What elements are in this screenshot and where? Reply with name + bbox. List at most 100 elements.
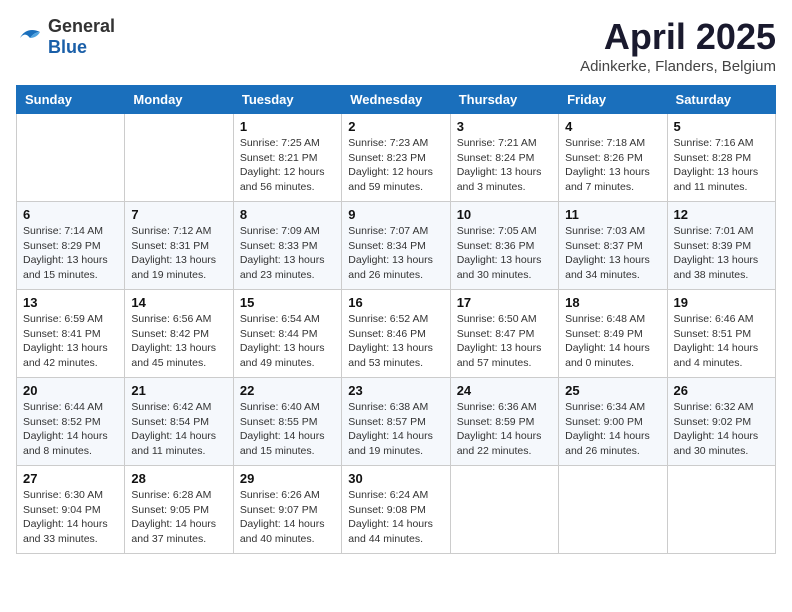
cell-sun-info: Sunrise: 6:26 AMSunset: 9:07 PMDaylight:… — [240, 488, 335, 547]
logo-icon — [16, 24, 44, 51]
calendar-week-row: 20Sunrise: 6:44 AMSunset: 8:52 PMDayligh… — [17, 378, 776, 466]
calendar-header-row: SundayMondayTuesdayWednesdayThursdayFrid… — [17, 86, 776, 114]
cell-day-number: 11 — [565, 207, 660, 222]
calendar-cell: 24 Sunrise: 6:36 AMSunset: 8:59 PMDayligh… — [450, 378, 558, 466]
calendar-cell: 29 Sunrise: 6:26 AMSunset: 9:07 PMDayligh… — [233, 466, 341, 554]
logo: General Blue — [16, 16, 115, 58]
calendar-cell — [450, 466, 558, 554]
cell-day-number: 13 — [23, 295, 118, 310]
cell-sun-info: Sunrise: 6:48 AMSunset: 8:49 PMDaylight:… — [565, 312, 660, 371]
calendar-cell: 2 Sunrise: 7:23 AMSunset: 8:23 PMDaylight… — [342, 114, 450, 202]
cell-sun-info: Sunrise: 6:50 AMSunset: 8:47 PMDaylight:… — [457, 312, 552, 371]
cell-sun-info: Sunrise: 7:16 AMSunset: 8:28 PMDaylight:… — [674, 136, 769, 195]
calendar-cell: 14 Sunrise: 6:56 AMSunset: 8:42 PMDayligh… — [125, 290, 233, 378]
calendar-cell — [17, 114, 125, 202]
cell-sun-info: Sunrise: 7:18 AMSunset: 8:26 PMDaylight:… — [565, 136, 660, 195]
cell-sun-info: Sunrise: 7:12 AMSunset: 8:31 PMDaylight:… — [131, 224, 226, 283]
calendar-cell: 13 Sunrise: 6:59 AMSunset: 8:41 PMDayligh… — [17, 290, 125, 378]
cell-sun-info: Sunrise: 7:05 AMSunset: 8:36 PMDaylight:… — [457, 224, 552, 283]
cell-sun-info: Sunrise: 6:59 AMSunset: 8:41 PMDaylight:… — [23, 312, 118, 371]
cell-sun-info: Sunrise: 6:46 AMSunset: 8:51 PMDaylight:… — [674, 312, 769, 371]
calendar-cell — [667, 466, 775, 554]
calendar-cell — [125, 114, 233, 202]
cell-day-number: 1 — [240, 119, 335, 134]
cell-sun-info: Sunrise: 7:21 AMSunset: 8:24 PMDaylight:… — [457, 136, 552, 195]
calendar-cell: 15Sunrise: 6:54 AMSunset: 8:44 PMDayligh… — [233, 290, 341, 378]
calendar-cell — [559, 466, 667, 554]
cell-sun-info: Sunrise: 7:14 AMSunset: 8:29 PMDaylight:… — [23, 224, 118, 283]
calendar-week-row: 13 Sunrise: 6:59 AMSunset: 8:41 PMDayligh… — [17, 290, 776, 378]
calendar-cell: 3 Sunrise: 7:21 AMSunset: 8:24 PMDaylight… — [450, 114, 558, 202]
cell-day-number: 14 — [131, 295, 226, 310]
weekday-header: Friday — [559, 86, 667, 114]
cell-day-number: 24 — [457, 383, 552, 398]
cell-day-number: 5 — [674, 119, 769, 134]
cell-day-number: 2 — [348, 119, 443, 134]
weekday-header: Sunday — [17, 86, 125, 114]
cell-day-number: 30 — [348, 471, 443, 486]
cell-day-number: 3 — [457, 119, 552, 134]
weekday-header: Thursday — [450, 86, 558, 114]
calendar-location: Adinkerke, Flanders, Belgium — [580, 58, 776, 75]
cell-sun-info: Sunrise: 6:32 AMSunset: 9:02 PMDaylight:… — [674, 400, 769, 459]
cell-day-number: 22 — [240, 383, 335, 398]
calendar-cell: 10Sunrise: 7:05 AMSunset: 8:36 PMDayligh… — [450, 202, 558, 290]
calendar-cell: 22 Sunrise: 6:40 AMSunset: 8:55 PMDayligh… — [233, 378, 341, 466]
cell-sun-info: Sunrise: 6:24 AMSunset: 9:08 PMDaylight:… — [348, 488, 443, 547]
cell-day-number: 12 — [674, 207, 769, 222]
cell-day-number: 21 — [131, 383, 226, 398]
calendar-cell: 6 Sunrise: 7:14 AMSunset: 8:29 PMDaylight… — [17, 202, 125, 290]
cell-sun-info: Sunrise: 7:09 AMSunset: 8:33 PMDaylight:… — [240, 224, 335, 283]
cell-day-number: 27 — [23, 471, 118, 486]
header: General Blue April 2025 Adinkerke, Fland… — [16, 16, 776, 75]
cell-day-number: 9 — [348, 207, 443, 222]
calendar-cell: 27 Sunrise: 6:30 AMSunset: 9:04 PMDayligh… — [17, 466, 125, 554]
cell-sun-info: Sunrise: 6:34 AMSunset: 9:00 PMDaylight:… — [565, 400, 660, 459]
calendar-cell: 25 Sunrise: 6:34 AMSunset: 9:00 PMDayligh… — [559, 378, 667, 466]
cell-sun-info: Sunrise: 6:36 AMSunset: 8:59 PMDaylight:… — [457, 400, 552, 459]
cell-day-number: 8 — [240, 207, 335, 222]
cell-day-number: 29 — [240, 471, 335, 486]
weekday-header: Tuesday — [233, 86, 341, 114]
calendar-cell: 11Sunrise: 7:03 AMSunset: 8:37 PMDayligh… — [559, 202, 667, 290]
cell-sun-info: Sunrise: 7:25 AMSunset: 8:21 PMDaylight:… — [240, 136, 335, 195]
cell-sun-info: Sunrise: 6:38 AMSunset: 8:57 PMDaylight:… — [348, 400, 443, 459]
logo-general: General — [48, 16, 115, 36]
cell-sun-info: Sunrise: 7:23 AMSunset: 8:23 PMDaylight:… — [348, 136, 443, 195]
cell-sun-info: Sunrise: 6:56 AMSunset: 8:42 PMDaylight:… — [131, 312, 226, 371]
calendar-cell: 5 Sunrise: 7:16 AMSunset: 8:28 PMDaylight… — [667, 114, 775, 202]
cell-day-number: 23 — [348, 383, 443, 398]
calendar-cell: 12 Sunrise: 7:01 AMSunset: 8:39 PMDayligh… — [667, 202, 775, 290]
cell-day-number: 6 — [23, 207, 118, 222]
calendar-cell: 26Sunrise: 6:32 AMSunset: 9:02 PMDayligh… — [667, 378, 775, 466]
cell-sun-info: Sunrise: 6:40 AMSunset: 8:55 PMDaylight:… — [240, 400, 335, 459]
weekday-header: Wednesday — [342, 86, 450, 114]
cell-sun-info: Sunrise: 6:30 AMSunset: 9:04 PMDaylight:… — [23, 488, 118, 547]
cell-sun-info: Sunrise: 6:42 AMSunset: 8:54 PMDaylight:… — [131, 400, 226, 459]
title-area: April 2025 Adinkerke, Flanders, Belgium — [580, 16, 776, 75]
cell-day-number: 4 — [565, 119, 660, 134]
calendar-cell: 18 Sunrise: 6:48 AMSunset: 8:49 PMDayligh… — [559, 290, 667, 378]
cell-sun-info: Sunrise: 6:52 AMSunset: 8:46 PMDaylight:… — [348, 312, 443, 371]
cell-sun-info: Sunrise: 7:07 AMSunset: 8:34 PMDaylight:… — [348, 224, 443, 283]
calendar-cell: 20Sunrise: 6:44 AMSunset: 8:52 PMDayligh… — [17, 378, 125, 466]
cell-sun-info: Sunrise: 6:28 AMSunset: 9:05 PMDaylight:… — [131, 488, 226, 547]
cell-day-number: 25 — [565, 383, 660, 398]
calendar-cell: 1 Sunrise: 7:25 AMSunset: 8:21 PMDaylight… — [233, 114, 341, 202]
logo-blue: Blue — [48, 37, 87, 57]
cell-sun-info: Sunrise: 7:01 AMSunset: 8:39 PMDaylight:… — [674, 224, 769, 283]
cell-day-number: 20 — [23, 383, 118, 398]
weekday-header: Saturday — [667, 86, 775, 114]
cell-sun-info: Sunrise: 6:54 AMSunset: 8:44 PMDaylight:… — [240, 312, 335, 371]
cell-day-number: 16 — [348, 295, 443, 310]
cell-day-number: 17 — [457, 295, 552, 310]
calendar-title: April 2025 — [580, 16, 776, 58]
cell-day-number: 18 — [565, 295, 660, 310]
calendar-cell: 16 Sunrise: 6:52 AMSunset: 8:46 PMDayligh… — [342, 290, 450, 378]
logo-text: General Blue — [48, 16, 115, 58]
cell-day-number: 28 — [131, 471, 226, 486]
weekday-header: Monday — [125, 86, 233, 114]
cell-day-number: 7 — [131, 207, 226, 222]
calendar-week-row: 1 Sunrise: 7:25 AMSunset: 8:21 PMDaylight… — [17, 114, 776, 202]
calendar-cell: 23 Sunrise: 6:38 AMSunset: 8:57 PMDayligh… — [342, 378, 450, 466]
